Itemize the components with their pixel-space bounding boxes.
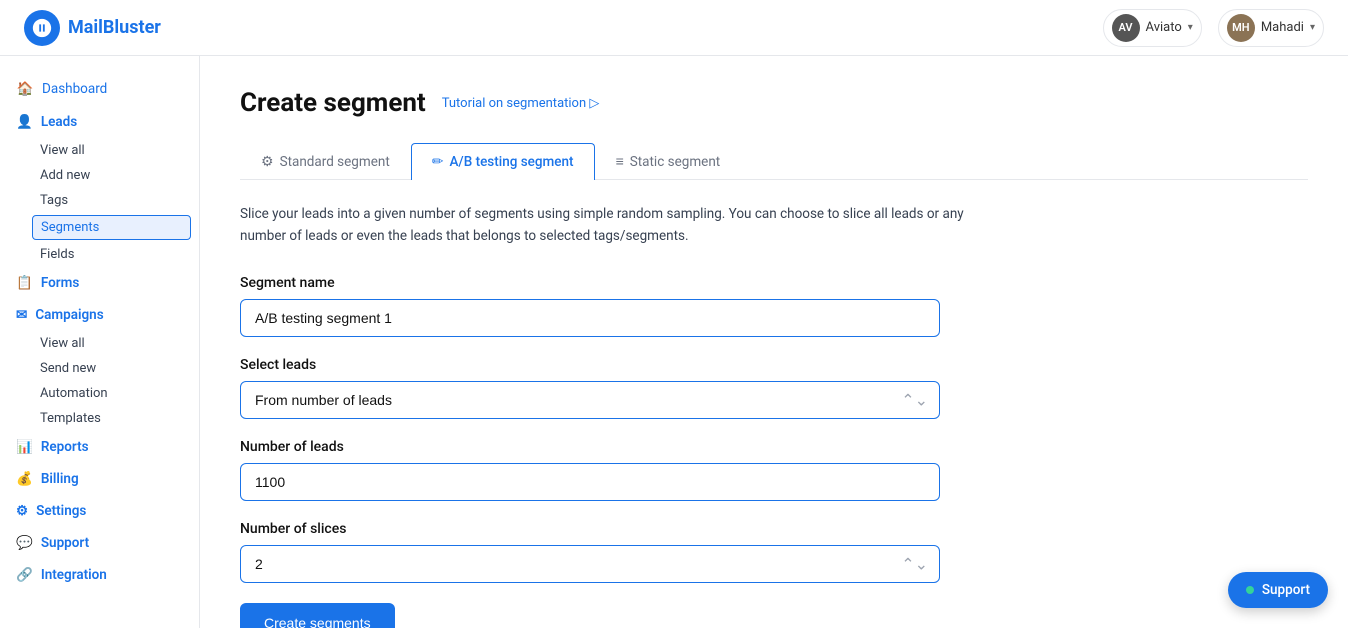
tab-ab-testing[interactable]: ✏ A/B testing segment (411, 143, 595, 180)
billing-icon: 💰 (16, 471, 33, 487)
number-of-leads-input[interactable] (240, 463, 940, 501)
campaigns-label: Campaigns (35, 307, 103, 323)
dashboard-icon: 🏠 (16, 80, 34, 98)
create-segments-button[interactable]: Create segments (240, 603, 395, 628)
page-title: Create segment (240, 88, 426, 118)
select-leads-wrapper: From number of leads From all leads From… (240, 381, 940, 419)
sidebar-sub-fields[interactable]: Fields (0, 242, 199, 267)
settings-icon: ⚙ (16, 503, 28, 519)
sidebar-sub-view-all[interactable]: View all (0, 138, 199, 163)
sidebar-item-campaigns[interactable]: ✉ Campaigns (0, 299, 199, 331)
account1-name: Aviato (1146, 20, 1182, 35)
sidebar-item-leads[interactable]: 👤 Leads (0, 106, 199, 138)
top-bar-right: AV Aviato ▾ MH Mahadi ▾ (1103, 9, 1324, 47)
sidebar-sub-campaigns-view-all[interactable]: View all (0, 331, 199, 356)
account1-avatar: AV (1112, 14, 1140, 42)
integration-icon: 🔗 (16, 567, 33, 583)
number-of-slices-group: Number of slices 2 3 4 5 ⌃⌄ (240, 521, 1308, 583)
page-title-row: Create segment Tutorial on segmentation … (240, 88, 1308, 118)
select-leads-group: Select leads From number of leads From a… (240, 357, 1308, 419)
account1-pill[interactable]: AV Aviato ▾ (1103, 9, 1202, 47)
ab-testing-segment-icon: ✏ (432, 154, 444, 170)
standard-segment-icon: ⚙ (261, 154, 274, 170)
campaigns-icon: ✉ (16, 307, 27, 323)
support-icon: 💬 (16, 535, 33, 551)
sidebar-sub-tags[interactable]: Tags (0, 188, 199, 213)
tutorial-link[interactable]: Tutorial on segmentation ▷ (442, 96, 600, 111)
segment-name-group: Segment name (240, 275, 1308, 337)
tab-static[interactable]: ≡ Static segment (595, 142, 742, 180)
sidebar: 🏠 Dashboard 👤 Leads View all Add new Tag… (0, 56, 200, 628)
sidebar-item-dashboard[interactable]: 🏠 Dashboard (0, 72, 199, 106)
tab-ab-label: A/B testing segment (449, 154, 573, 170)
logo-icon (24, 10, 60, 46)
forms-label: Forms (41, 275, 79, 291)
account2-avatar: MH (1227, 14, 1255, 42)
support-fab[interactable]: Support (1228, 572, 1328, 608)
tab-standard[interactable]: ⚙ Standard segment (240, 143, 411, 180)
sidebar-item-billing[interactable]: 💰 Billing (0, 463, 199, 495)
integration-label: Integration (41, 567, 107, 583)
main-content: Create segment Tutorial on segmentation … (200, 56, 1348, 628)
logo-text: MailBluster (68, 17, 161, 38)
number-of-leads-label: Number of leads (240, 439, 1308, 455)
sidebar-item-integration[interactable]: 🔗 Integration (0, 559, 199, 591)
static-segment-icon: ≡ (616, 153, 624, 170)
forms-icon: 📋 (16, 275, 33, 291)
account2-chevron-icon: ▾ (1310, 22, 1315, 33)
sidebar-sub-add-new[interactable]: Add new (0, 163, 199, 188)
number-of-slices-label: Number of slices (240, 521, 1308, 537)
segment-name-input[interactable] (240, 299, 940, 337)
description-text: Slice your leads into a given number of … (240, 204, 1000, 247)
leads-icon: 👤 (16, 114, 33, 130)
number-of-slices-wrapper: 2 3 4 5 ⌃⌄ (240, 545, 940, 583)
sidebar-item-reports[interactable]: 📊 Reports (0, 431, 199, 463)
sidebar-sub-templates[interactable]: Templates (0, 406, 199, 431)
account1-chevron-icon: ▾ (1188, 22, 1193, 33)
tab-standard-label: Standard segment (280, 154, 390, 170)
leads-label: Leads (41, 114, 77, 130)
support-online-dot (1246, 586, 1254, 594)
sidebar-item-settings[interactable]: ⚙ Settings (0, 495, 199, 527)
segment-name-label: Segment name (240, 275, 1308, 291)
billing-label: Billing (41, 471, 79, 487)
dashboard-label: Dashboard (42, 81, 107, 97)
select-leads-dropdown[interactable]: From number of leads From all leads From… (240, 381, 940, 419)
top-bar: MailBluster AV Aviato ▾ MH Mahadi ▾ (0, 0, 1348, 56)
sidebar-item-forms[interactable]: 📋 Forms (0, 267, 199, 299)
select-leads-label: Select leads (240, 357, 1308, 373)
logo-area: MailBluster (24, 10, 161, 46)
support-label: Support (41, 535, 89, 551)
number-of-leads-wrapper (240, 463, 940, 501)
tabs-bar: ⚙ Standard segment ✏ A/B testing segment… (240, 142, 1308, 180)
account2-pill[interactable]: MH Mahadi ▾ (1218, 9, 1324, 47)
sidebar-sub-automation[interactable]: Automation (0, 381, 199, 406)
sidebar-sub-segments[interactable]: Segments (32, 215, 191, 240)
sidebar-sub-send-new[interactable]: Send new (0, 356, 199, 381)
number-of-leads-group: Number of leads (240, 439, 1308, 501)
sidebar-item-support[interactable]: 💬 Support (0, 527, 199, 559)
tab-static-label: Static segment (630, 154, 720, 170)
settings-label: Settings (36, 503, 86, 519)
support-fab-label: Support (1262, 582, 1310, 598)
reports-icon: 📊 (16, 439, 33, 455)
account2-name: Mahadi (1261, 20, 1304, 35)
number-of-slices-dropdown[interactable]: 2 3 4 5 (240, 545, 940, 583)
reports-label: Reports (41, 439, 89, 455)
